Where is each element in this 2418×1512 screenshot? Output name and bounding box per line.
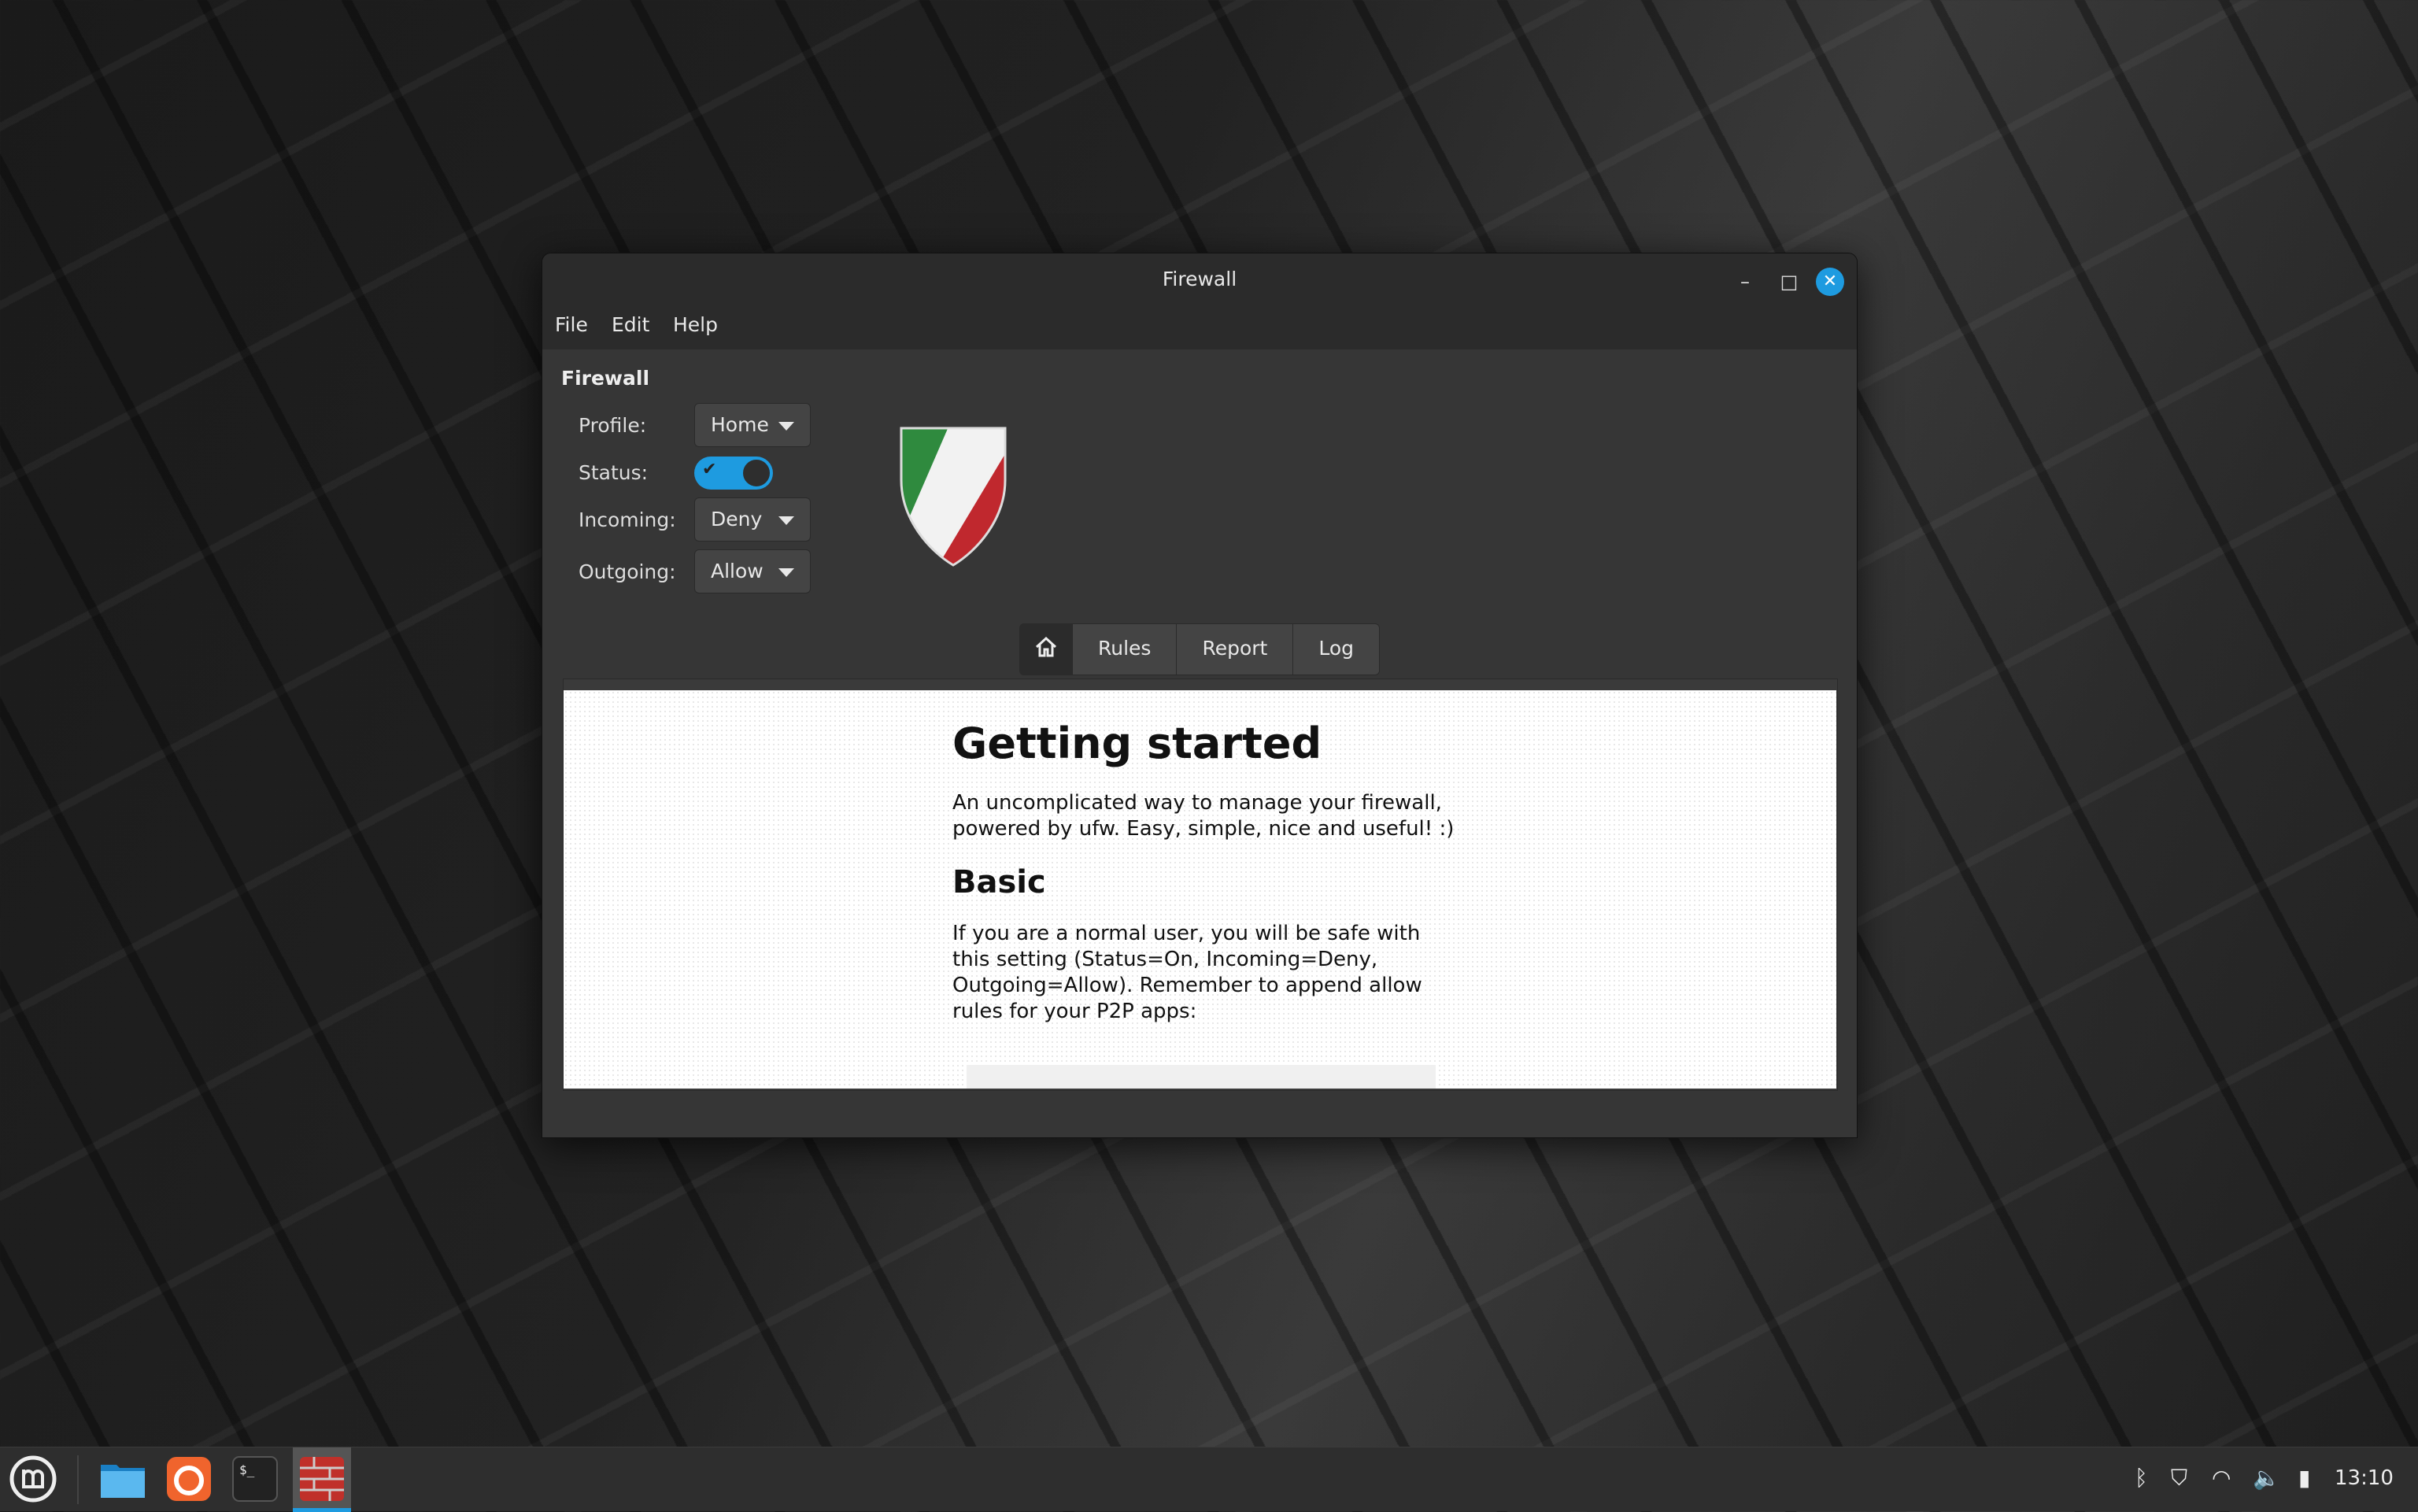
firewall-window: Firewall – □ ✕ File Edit Help Firewall P… (542, 253, 1858, 1138)
title-bar: Firewall – □ ✕ File Edit Help (542, 253, 1857, 349)
screenshot-image (967, 1065, 1436, 1089)
menu-file[interactable]: File (555, 313, 588, 336)
toggle-knob (741, 458, 771, 488)
bluetooth-icon[interactable]: ᛒ (2135, 1465, 2148, 1491)
minimize-button[interactable]: – (1731, 268, 1759, 296)
chevron-down-icon (778, 516, 794, 525)
check-icon: ✔ (702, 460, 717, 479)
menu-icon[interactable] (8, 1454, 58, 1504)
firewall-icon[interactable] (297, 1454, 347, 1504)
incoming-value: Deny (711, 508, 763, 530)
chevron-down-icon (778, 422, 794, 431)
taskbar: $_ ᛒ ⛉ ◠ 🔈 ▮ 13:10 (0, 1447, 2418, 1512)
home-icon (1035, 636, 1057, 657)
outgoing-value: Allow (711, 560, 763, 582)
status-toggle[interactable]: ✔ (694, 457, 773, 490)
close-button[interactable]: ✕ (1816, 268, 1844, 296)
section-title: Firewall (561, 367, 650, 390)
battery-icon[interactable]: ▮ (2298, 1465, 2310, 1491)
taskbar-divider (77, 1455, 79, 1504)
tab-home[interactable] (1020, 624, 1072, 675)
help-content[interactable]: Getting started An uncomplicated way to … (564, 690, 1836, 1089)
basic-paragraph: If you are a normal user, you will be sa… (952, 922, 1422, 1023)
chevron-down-icon (778, 568, 794, 577)
clock[interactable]: 13:10 (2335, 1466, 2394, 1490)
outgoing-dropdown[interactable]: Allow (694, 549, 811, 593)
files-icon[interactable] (98, 1454, 148, 1504)
heading-getting-started: Getting started (952, 719, 1322, 768)
profile-label: Profile: (579, 414, 647, 437)
volume-icon[interactable]: 🔈 (2253, 1465, 2280, 1491)
profile-dropdown[interactable]: Home (694, 403, 811, 447)
shield-icon[interactable]: ⛉ (2171, 1465, 2187, 1492)
outgoing-label: Outgoing: (579, 560, 676, 583)
tab-report[interactable]: Report (1176, 624, 1293, 675)
shield-logo-icon (900, 427, 1007, 567)
menu-help[interactable]: Help (673, 313, 718, 336)
tab-bar: Rules Report Log (1019, 623, 1380, 675)
incoming-dropdown[interactable]: Deny (694, 497, 811, 542)
heading-basic: Basic (952, 864, 1046, 900)
incoming-label: Incoming: (579, 508, 676, 531)
firefox-icon[interactable] (164, 1454, 214, 1504)
wifi-icon[interactable]: ◠ (2212, 1465, 2231, 1491)
status-label: Status: (579, 461, 649, 484)
maximize-button[interactable]: □ (1775, 268, 1803, 296)
tab-rules[interactable]: Rules (1072, 624, 1177, 675)
tab-log[interactable]: Log (1292, 624, 1379, 675)
menu-edit[interactable]: Edit (612, 313, 649, 336)
intro-paragraph: An uncomplicated way to manage your fire… (952, 791, 1455, 841)
svg-text:$_: $_ (239, 1462, 255, 1477)
terminal-icon[interactable]: $_ (230, 1454, 280, 1504)
window-title: Firewall (1162, 268, 1237, 290)
profile-value: Home (711, 413, 769, 436)
